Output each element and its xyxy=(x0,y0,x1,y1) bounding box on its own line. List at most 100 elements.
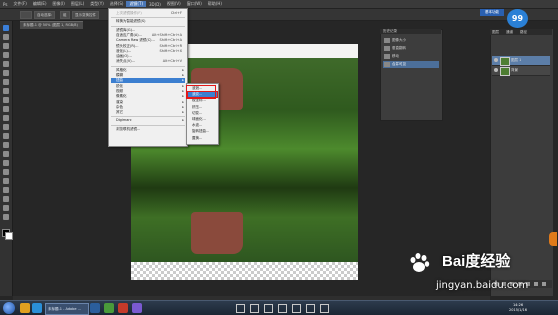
tool-icon[interactable] xyxy=(3,169,9,175)
auto-select-dropdown[interactable]: 组 xyxy=(60,11,70,19)
filter-menu-item[interactable]: 消失点(V)... Alt+Ctrl+V xyxy=(111,59,185,64)
distort-submenu-item[interactable]: 极坐标... xyxy=(188,98,217,103)
filter-menu-item[interactable]: 上次滤镜操作(F) Ctrl+F xyxy=(111,11,185,16)
menu-item[interactable]: Ps xyxy=(0,2,10,7)
history-state[interactable]: 合并可见 xyxy=(383,61,439,68)
layers-panel-tab[interactable]: 图层 xyxy=(492,29,499,35)
tool-icon[interactable] xyxy=(3,70,9,76)
menu-item[interactable]: 3D(D) xyxy=(146,2,164,7)
tool-icon[interactable] xyxy=(3,133,9,139)
side-feedback-tab[interactable] xyxy=(549,232,557,246)
menu-item[interactable]: 滤镜(T) xyxy=(126,1,147,7)
crop-icon[interactable] xyxy=(250,304,259,313)
tool-icon[interactable] xyxy=(3,151,9,157)
filter-menu-item[interactable]: 其它 ▸ xyxy=(111,110,185,115)
distort-submenu-item[interactable]: 球面化... xyxy=(188,117,217,122)
menu-item[interactable]: 图层(L) xyxy=(68,1,87,7)
tool-preset-picker[interactable] xyxy=(20,11,32,19)
tool-icon[interactable] xyxy=(3,142,9,148)
tool-icon[interactable] xyxy=(3,115,9,121)
explorer-icon[interactable] xyxy=(20,303,30,313)
submenu-arrow-icon: ▸ xyxy=(182,118,184,123)
layer-row[interactable]: 背景 xyxy=(492,66,550,76)
tool-icon[interactable] xyxy=(3,160,9,166)
menu-item-label: 转换为智能滤镜(S) xyxy=(116,19,146,24)
history-state[interactable]: 移动 xyxy=(383,53,439,60)
auto-select-checkbox[interactable]: 自动选择: xyxy=(34,11,56,19)
eye-icon[interactable] xyxy=(494,68,498,72)
distort-submenu-item[interactable]: 挤压... xyxy=(188,105,217,110)
distort-submenu-item[interactable]: 水波... xyxy=(188,123,217,128)
menu-item-shortcut: Ctrl+F xyxy=(170,11,182,15)
history-state-icon xyxy=(384,38,390,43)
layers-panel-tab[interactable]: 路径 xyxy=(520,29,527,35)
submenu-arrow-icon: ▸ xyxy=(182,104,184,109)
menu-item[interactable]: 编辑(E) xyxy=(30,1,50,7)
distort-submenu-item[interactable]: 旋转扭曲... xyxy=(188,129,217,134)
history-state[interactable]: 垂直翻转 xyxy=(383,45,439,52)
menu-item[interactable]: 视图(V) xyxy=(164,1,184,7)
filter-menu-item[interactable]: 扭曲 ▸ xyxy=(111,78,185,84)
tool-icon[interactable] xyxy=(3,34,9,40)
tool-icon[interactable] xyxy=(3,52,9,58)
menu-item-shortcut: Alt+Ctrl+V xyxy=(162,59,182,64)
tool-icon[interactable] xyxy=(3,214,9,220)
tool-icon[interactable] xyxy=(3,178,9,184)
app-icon[interactable] xyxy=(104,303,114,313)
tool-icon[interactable] xyxy=(3,79,9,85)
menu-item[interactable]: 窗口(W) xyxy=(184,1,205,7)
filter-menu-item[interactable]: 滤镜库(G)... xyxy=(111,28,185,33)
close-icon[interactable] xyxy=(320,304,329,313)
distort-submenu-item[interactable]: 置换... xyxy=(188,136,217,141)
eye-icon[interactable] xyxy=(494,58,498,62)
copy-icon[interactable] xyxy=(306,304,315,313)
image-forest-reflection xyxy=(131,188,358,262)
filter-menu-item[interactable]: Digimarc ▸ xyxy=(111,118,185,123)
tool-icon[interactable] xyxy=(3,61,9,67)
media-icon[interactable] xyxy=(118,303,128,313)
tool-icon[interactable] xyxy=(3,97,9,103)
tool-icon[interactable] xyxy=(3,205,9,211)
filter-menu-item[interactable]: 转换为智能滤镜(S) xyxy=(111,19,185,24)
menu-item[interactable]: 帮助(H) xyxy=(205,1,225,7)
menu-item[interactable]: 图像(I) xyxy=(50,1,68,7)
browser-icon[interactable] xyxy=(32,303,42,313)
tool-icon[interactable] xyxy=(3,106,9,112)
save-icon[interactable] xyxy=(278,304,287,313)
frame-icon[interactable] xyxy=(292,304,301,313)
tool-icon[interactable] xyxy=(3,88,9,94)
taskbar-photoshop-window[interactable]: 未标题-1 - Adobe ... xyxy=(45,303,89,315)
menu-separator xyxy=(111,116,185,118)
filter-menu-item[interactable]: 像素化 ▸ xyxy=(111,94,185,99)
distort-submenu-item[interactable]: 切变... xyxy=(188,111,217,116)
tool-icon[interactable] xyxy=(132,303,142,313)
filter-menu-item[interactable]: 浏览联机滤镜... xyxy=(111,127,185,132)
system-clock[interactable]: 14:26 2015/1/16 xyxy=(500,303,536,313)
background-color-swatch[interactable] xyxy=(5,232,13,240)
tool-icon[interactable] xyxy=(3,124,9,130)
history-state[interactable]: 图像大小 xyxy=(383,37,439,44)
tool-icon[interactable] xyxy=(3,25,9,31)
tool-icon[interactable] xyxy=(3,196,9,202)
show-transform-controls[interactable]: 显示变换控件 xyxy=(72,11,99,19)
layer-row[interactable]: 图层 1 xyxy=(492,56,550,66)
capture-icon[interactable] xyxy=(236,304,245,313)
tool-icon[interactable] xyxy=(3,187,9,193)
filter-menu-item[interactable]: 锐化 ▸ xyxy=(111,84,185,89)
window-icon[interactable] xyxy=(264,304,273,313)
document-tab[interactable]: 未标题-1 @ 50% (图层 1, RGB/8) xyxy=(20,21,83,29)
menu-item[interactable]: 类型(Y) xyxy=(87,1,107,7)
tool-icon[interactable] xyxy=(3,43,9,49)
layers-panel-tab[interactable]: 通道 xyxy=(506,29,513,35)
start-button[interactable] xyxy=(3,302,15,314)
menu-item-label: 浏览联机滤镜... xyxy=(116,126,141,131)
workspace-switcher[interactable]: 基本功能 xyxy=(480,9,504,16)
menu-item-label: 消失点(V)... xyxy=(116,59,135,64)
photoshop-icon[interactable] xyxy=(90,303,100,313)
menu-item[interactable]: 选择(S) xyxy=(107,1,127,7)
menu-item[interactable]: 文件(F) xyxy=(10,1,29,7)
filter-menu-item[interactable]: 镜头校正(R)... Shift+Ctrl+R xyxy=(111,44,185,49)
filter-menu-item[interactable]: 风格化 ▸ xyxy=(111,68,185,73)
filter-menu-item[interactable]: 渲染 ▸ xyxy=(111,100,185,105)
filter-menu-item[interactable]: Camera Raw 滤镜(C)... Shift+Ctrl+A xyxy=(111,38,185,43)
